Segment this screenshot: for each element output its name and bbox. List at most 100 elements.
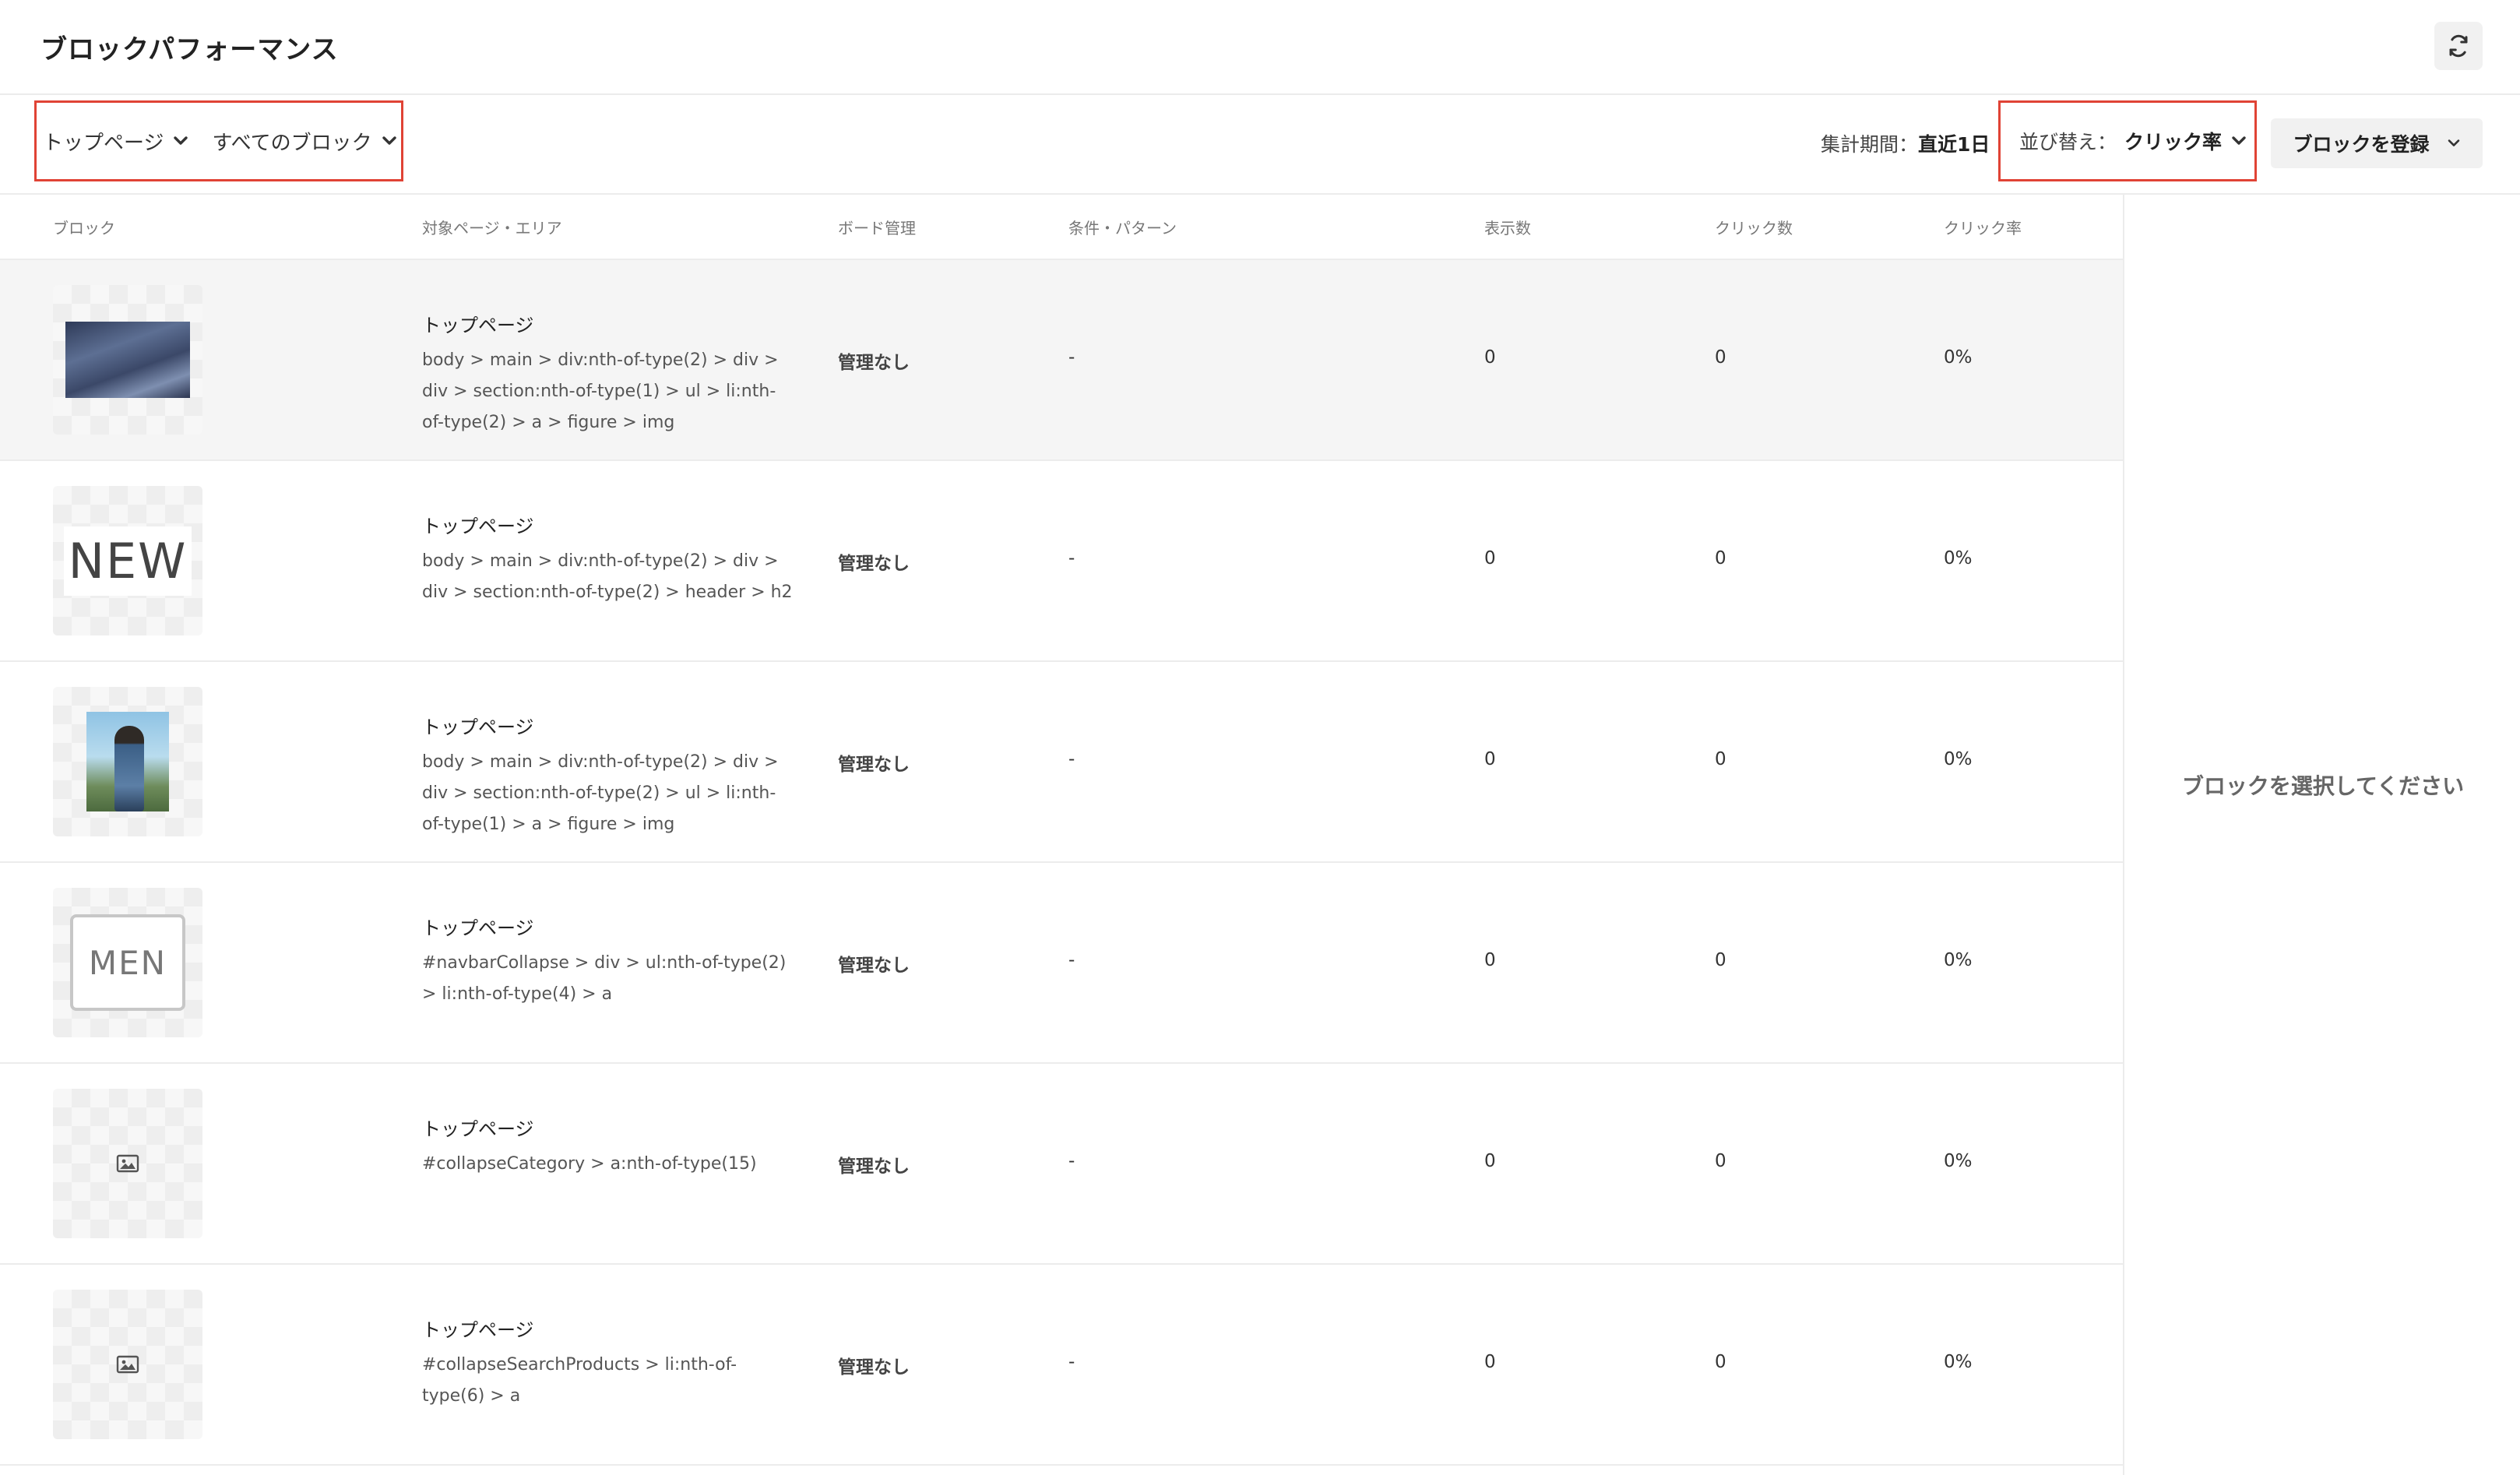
column-header-views: 表示数 [1484,219,1531,238]
chevron-down-icon [2232,136,2246,145]
column-header-board: ボード管理 [838,219,916,238]
sort-dropdown[interactable]: 並び替え： クリック率 [1998,100,2257,181]
views-cell: 0 [1484,1151,1496,1171]
jacket-photo [65,322,190,398]
views-cell: 0 [1484,548,1496,569]
block-thumbnail [53,285,202,435]
board-cell: 管理なし [838,353,910,373]
target-area: トップページ body > main > div:nth-of-type(2) … [422,511,796,608]
clicks-cell: 0 [1715,1352,1726,1372]
views-cell: 0 [1484,1352,1496,1372]
condition-cell: - [1068,1352,1075,1372]
table-row[interactable]: トップページ #collapseSearchProducts > li:nth-… [0,1265,2123,1466]
clicks-cell: 0 [1715,1151,1726,1171]
target-page: トップページ [422,1319,534,1341]
condition-cell: - [1068,749,1075,769]
period-value: 直近1日 [1918,133,1990,156]
target-path: body > main > div:nth-of-type(2) > div >… [422,551,793,602]
column-header-condition: 条件・パターン [1068,219,1177,238]
register-block-button[interactable]: ブロックを登録 [2271,118,2483,168]
table-row[interactable]: トップページ body > main > div:nth-of-type(2) … [0,662,2123,863]
target-area: トップページ #collapseSearchProducts > li:nth-… [422,1315,796,1412]
sort-value: クリック率 [2124,131,2223,153]
target-path: #navbarCollapse > div > ul:nth-of-type(2… [422,953,787,1004]
table-body: トップページ body > main > div:nth-of-type(2) … [0,260,2123,1466]
target-area: トップページ #collapseCategory > a:nth-of-type… [422,1114,796,1180]
target-area: トップページ body > main > div:nth-of-type(2) … [422,712,796,840]
chevron-down-icon [382,136,396,145]
ctr-cell: 0% [1944,950,1973,970]
detail-panel: ブロックを選択してください [2123,195,2520,1475]
man-photo [86,712,169,811]
column-header-ctr: クリック率 [1944,219,2022,238]
board-cell: 管理なし [838,956,910,976]
board-cell: 管理なし [838,1156,910,1177]
page-filter-dropdown[interactable]: トップページ [43,127,188,156]
chevron-down-icon [2448,139,2459,146]
table-row[interactable]: トップページ body > main > div:nth-of-type(2) … [0,260,2123,461]
refresh-button[interactable] [2434,22,2483,70]
table-row[interactable]: NEW トップページ body > main > div:nth-of-type… [0,461,2123,662]
register-block-label: ブロックを登録 [2293,133,2430,156]
views-cell: 0 [1484,950,1496,970]
block-thumbnail: MEN [53,888,202,1037]
page-title: ブロックパフォーマンス [40,34,339,65]
ctr-cell: 0% [1944,347,1973,368]
man-figure [114,726,144,811]
target-path: body > main > div:nth-of-type(2) > div >… [422,752,779,834]
board-cell: 管理なし [838,755,910,775]
block-filter-dropdown[interactable]: すべてのブロック [212,127,396,156]
page-filter-label: トップページ [43,131,164,155]
condition-cell: - [1068,347,1075,368]
clicks-cell: 0 [1715,548,1726,569]
ctr-cell: 0% [1944,1352,1973,1372]
target-page: トップページ [422,716,534,738]
column-header-block: ブロック [53,219,115,238]
ctr-cell: 0% [1944,1151,1973,1171]
column-header-target: 対象ページ・エリア [422,219,562,238]
condition-cell: - [1068,548,1075,569]
condition-cell: - [1068,1151,1075,1171]
period-indicator: 集計期間：直近1日 [1821,129,1990,157]
target-page: トップページ [422,516,534,537]
target-path: body > main > div:nth-of-type(2) > div >… [422,350,779,432]
views-cell: 0 [1484,347,1496,368]
block-thumbnail: NEW [53,486,202,635]
refresh-icon [2449,34,2468,58]
men-button-thumbnail: MEN [70,914,185,1011]
target-page: トップページ [422,917,534,939]
new-text-thumbnail: NEW [63,526,192,596]
table-row[interactable]: トップページ #collapseCategory > a:nth-of-type… [0,1064,2123,1265]
board-cell: 管理なし [838,1357,910,1378]
target-area: トップページ body > main > div:nth-of-type(2) … [422,310,796,438]
toolbar: トップページ すべてのブロック 集計期間：直近1日 並び替え： クリック率 ブロ… [0,95,2520,195]
clicks-cell: 0 [1715,749,1726,769]
image-placeholder-icon [116,1154,139,1173]
ctr-cell: 0% [1944,548,1973,569]
chevron-down-icon [174,136,188,145]
target-path: #collapseSearchProducts > li:nth-of-type… [422,1355,737,1406]
empty-selection-message: ブロックを選択してください [2181,773,2465,799]
target-page: トップページ [422,315,534,336]
table-header: ブロック 対象ページ・エリア ボード管理 条件・パターン 表示数 クリック数 ク… [0,195,2123,260]
clicks-cell: 0 [1715,347,1726,368]
block-thumbnail [53,1089,202,1238]
target-area: トップページ #navbarCollapse > div > ul:nth-of… [422,913,796,1010]
column-header-clicks: クリック数 [1715,219,1793,238]
image-placeholder-icon [116,1355,139,1374]
condition-cell: - [1068,950,1075,970]
period-label: 集計期間： [1821,133,1919,156]
table-row[interactable]: MEN トップページ #navbarCollapse > div > ul:nt… [0,863,2123,1064]
block-filter-label: すべてのブロック [212,131,372,155]
board-cell: 管理なし [838,554,910,574]
block-thumbnail [53,1290,202,1439]
sort-label: 並び替え： [2019,131,2117,153]
block-thumbnail [53,687,202,836]
page-header: ブロックパフォーマンス [0,0,2520,95]
target-page: トップページ [422,1118,534,1140]
clicks-cell: 0 [1715,950,1726,970]
ctr-cell: 0% [1944,749,1973,769]
filter-group: トップページ すべてのブロック [34,100,403,181]
target-path: #collapseCategory > a:nth-of-type(15) [422,1154,757,1174]
views-cell: 0 [1484,749,1496,769]
